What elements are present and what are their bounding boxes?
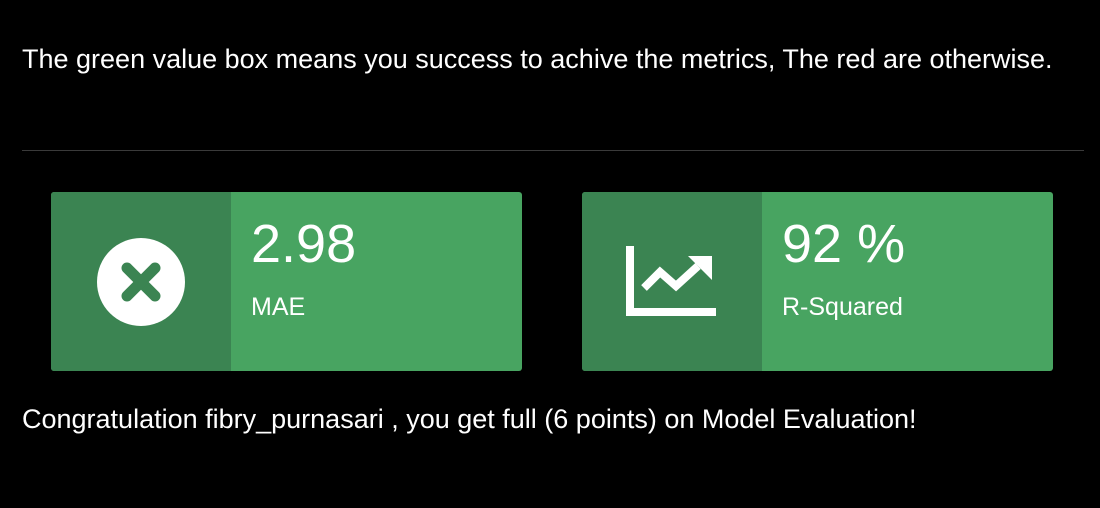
mae-icon-panel xyxy=(51,192,231,371)
r-squared-value-box: 92 % R-Squared xyxy=(582,192,1053,371)
intro-text: The green value box means you success to… xyxy=(22,44,1053,74)
r-squared-content: 92 % R-Squared xyxy=(762,192,1053,371)
mae-label: MAE xyxy=(251,293,306,321)
line-chart-icon xyxy=(626,245,716,316)
mae-value: 2.98 xyxy=(251,214,357,274)
r-squared-value: 92 % xyxy=(782,214,906,274)
times-circle-icon xyxy=(97,237,185,326)
mae-content: 2.98 MAE xyxy=(231,192,522,371)
mae-value-box: 2.98 MAE xyxy=(51,192,522,371)
congratulation-text: Congratulation fibry_purnasari , you get… xyxy=(22,404,917,434)
divider xyxy=(22,150,1084,151)
r-squared-icon-panel xyxy=(582,192,762,371)
r-squared-label: R-Squared xyxy=(782,293,903,321)
